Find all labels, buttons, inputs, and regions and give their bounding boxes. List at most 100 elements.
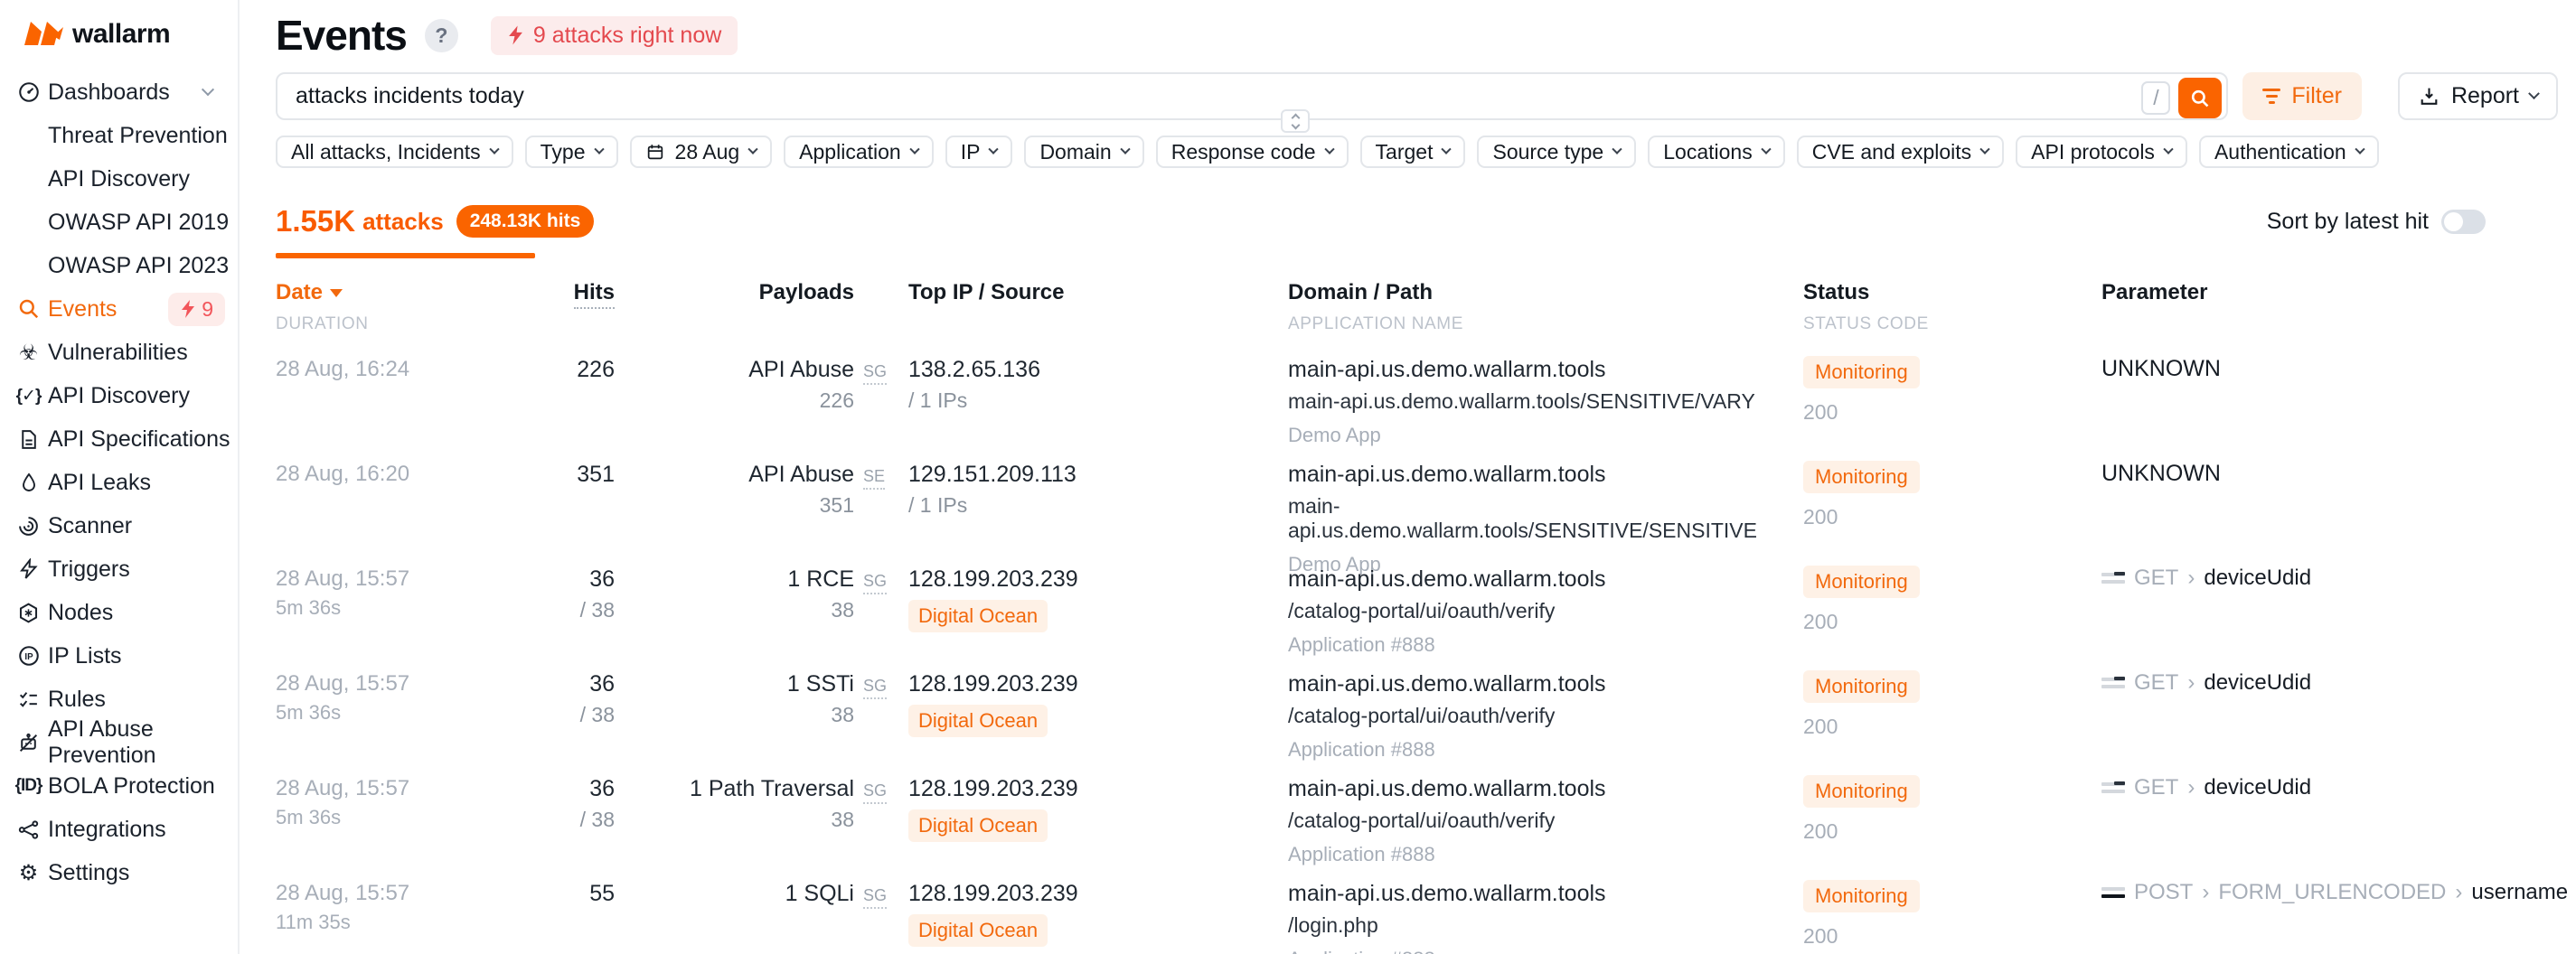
country-code-badge[interactable]: SG [863,781,887,804]
table-row[interactable]: 28 Aug, 16:20 351 API Abuse 351 SE 129.1… [276,450,2558,555]
country-code-badge[interactable]: SG [863,886,887,909]
country-code-badge[interactable]: SG [863,362,887,385]
report-button[interactable]: Report [2398,72,2558,120]
country-code-badge[interactable]: SG [863,572,887,594]
bot-off-icon [16,731,41,755]
event-date: 28 Aug, 15:57 [276,566,497,593]
event-domain[interactable]: main-api.us.demo.wallarm.tools [1288,880,1803,907]
filter-icon [2262,89,2280,104]
node-hexagon-icon [16,601,41,625]
column-header-hits[interactable]: Hits [497,280,615,305]
sidebar-item-bola-protection[interactable]: {ID} BOLA Protection [0,764,238,808]
table-row[interactable]: 28 Aug, 15:57 11m 35s 55 1 SQLi SG 128.1… [276,869,2558,954]
sidebar-item-events[interactable]: Events 9 [0,287,238,331]
filter-source-type[interactable]: Source type [1477,136,1636,168]
sort-by-latest-hit-toggle[interactable] [2441,210,2486,234]
sidebar-item-ip-lists[interactable]: IP IP Lists [0,634,238,678]
filter-ip[interactable]: IP [945,136,1013,168]
param-method: GET [2134,775,2178,800]
filter-date[interactable]: 28 Aug [630,136,773,168]
sidebar-item-scanner[interactable]: Scanner [0,504,238,547]
attacks-count-unit: attacks [362,208,444,236]
column-header-date[interactable]: Date [276,280,497,305]
collapse-search-handle[interactable] [1281,109,1310,133]
search-button[interactable] [2178,78,2222,118]
sidebar-item-nodes[interactable]: Nodes [0,591,238,634]
event-domain[interactable]: main-api.us.demo.wallarm.tools [1288,670,1803,697]
attacks-now-badge[interactable]: 9 attacks right now [491,16,738,55]
http-request-icon [2101,570,2125,586]
filter-domain[interactable]: Domain [1024,136,1143,168]
table-row[interactable]: 28 Aug, 16:24 226 API Abuse 226 SG 138.2… [276,345,2558,450]
event-ip-note: / 1 IPs [908,388,1288,412]
event-payload-count: 351 [615,493,854,517]
event-domain[interactable]: main-api.us.demo.wallarm.tools [1288,566,1803,593]
sidebar-item-rules[interactable]: Rules [0,678,238,721]
filter-application[interactable]: Application [784,136,934,168]
country-code-badge[interactable]: SE [863,467,885,490]
event-domain[interactable]: main-api.us.demo.wallarm.tools [1288,356,1803,383]
sidebar-item-api-leaks[interactable]: API Leaks [0,461,238,504]
status-code: 200 [1803,505,2101,529]
filter-authentication[interactable]: Authentication [2199,136,2379,168]
chevron-down-icon [1291,120,1300,129]
column-header-domain-path[interactable]: Domain / Path [1288,280,1803,305]
event-application: Application #888 [1288,948,1803,954]
param-name: deviceUdid [2204,775,2311,800]
filter-locations[interactable]: Locations [1648,136,1784,168]
filter-target[interactable]: Target [1360,136,1466,168]
event-application: Demo App [1288,424,1803,447]
wallarm-logo[interactable]: wallarm [0,0,238,63]
search-input[interactable] [277,74,2226,118]
sidebar-item-threat-prevention[interactable]: Threat Prevention [0,114,238,157]
ip-circle-icon: IP [16,644,41,669]
filter-api-protocols[interactable]: API protocols [2016,136,2187,168]
table-row[interactable]: 28 Aug, 15:57 5m 36s 36 / 38 1 Path Trav… [276,764,2558,869]
event-ip[interactable]: 128.199.203.239 [908,775,1288,802]
event-ip[interactable]: 128.199.203.239 [908,670,1288,697]
event-ip[interactable]: 129.151.209.113 [908,461,1288,488]
column-header-top-ip-source[interactable]: Top IP / Source [908,280,1288,305]
page-header: Events ? 9 attacks right now [276,0,2558,65]
sidebar-item-dashboards[interactable]: Dashboards [0,70,238,114]
sidebar-item-api-abuse-prevention[interactable]: API Abuse Prevention [0,721,238,764]
filter-button[interactable]: Filter [2242,72,2362,120]
filter-type[interactable]: Type [525,136,618,168]
event-ip[interactable]: 138.2.65.136 [908,356,1288,383]
column-header-parameter[interactable]: Parameter [2101,280,2558,305]
sidebar-nav: Dashboards Threat Prevention API Discove… [0,70,238,894]
ip-provider-tag: Digital Ocean [908,600,1048,632]
country-code-badge[interactable]: SG [863,677,887,699]
sidebar-item-vulnerabilities[interactable]: ☣ Vulnerabilities [0,331,238,374]
column-header-payloads[interactable]: Payloads [615,280,854,305]
sidebar-item-owasp-api-2019[interactable]: OWASP API 2019 [0,201,238,244]
filter-response-code[interactable]: Response code [1156,136,1349,168]
event-ip[interactable]: 128.199.203.239 [908,880,1288,907]
sidebar-item-owasp-api-2023[interactable]: OWASP API 2023 [0,244,238,287]
table-row[interactable]: 28 Aug, 15:57 5m 36s 36 / 38 1 SSTi 38 S… [276,659,2558,764]
event-path: /catalog-portal/ui/oauth/verify [1288,599,1803,623]
filter-cve-and-exploits[interactable]: CVE and exploits [1797,136,2004,168]
help-icon[interactable]: ? [425,19,458,52]
event-payload: 1 RCE [615,566,854,593]
status-code: 200 [1803,819,2101,844]
event-date: 28 Aug, 15:57 [276,670,497,697]
event-domain[interactable]: main-api.us.demo.wallarm.tools [1288,775,1803,802]
sidebar-item-api-specifications[interactable]: API Specifications [0,417,238,461]
sidebar-item-api-discovery[interactable]: {✓} API Discovery [0,374,238,417]
table-row[interactable]: 28 Aug, 15:57 5m 36s 36 / 38 1 RCE 38 SG… [276,555,2558,659]
wallarm-logo-text: wallarm [72,19,170,50]
sidebar-item-settings[interactable]: ⚙ Settings [0,851,238,894]
filter-all-attacks-incidents[interactable]: All attacks, Incidents [276,136,513,168]
event-domain[interactable]: main-api.us.demo.wallarm.tools [1288,461,1803,488]
chevron-down-icon [2528,88,2540,99]
summary-row: 1.55K attacks 248.13K hits Sort by lates… [276,204,2558,238]
column-header-status[interactable]: Status [1803,280,2101,305]
http-request-icon [2101,675,2125,691]
sidebar-item-integrations[interactable]: Integrations [0,808,238,851]
event-ip[interactable]: 128.199.203.239 [908,566,1288,593]
event-payload: 1 SSTi [615,670,854,697]
sidebar-item-triggers[interactable]: Triggers [0,547,238,591]
sidebar-item-api-discovery-dash[interactable]: API Discovery [0,157,238,201]
biohazard-icon: ☣ [16,341,41,365]
